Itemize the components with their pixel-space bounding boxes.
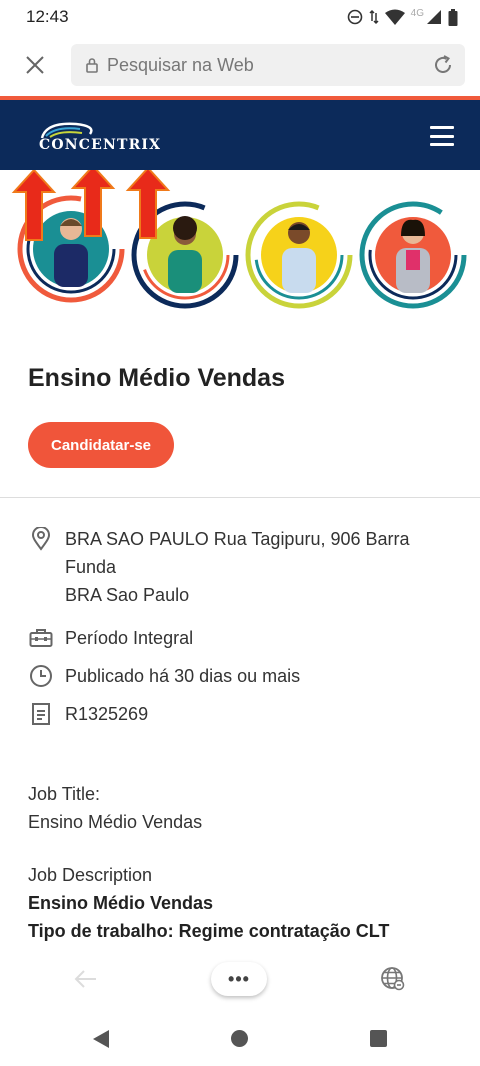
clock-icon (28, 662, 54, 690)
location-row: BRA SAO PAULO Rua Tagipuru, 906 Barra Fu… (28, 525, 410, 609)
network-type: 4G (410, 7, 424, 19)
dnd-icon (347, 9, 362, 25)
divider (0, 497, 480, 498)
more-options-button[interactable]: ••• (211, 962, 267, 996)
browser-bar: Pesquisar na Web (0, 34, 480, 96)
status-bar: 12:43 4G (0, 0, 480, 34)
posted-text: Publicado há 30 dias ou mais (65, 666, 301, 686)
menu-button[interactable] (430, 126, 454, 146)
red-arrows-overlay (11, 170, 171, 241)
schedule-text: Período Integral (65, 628, 194, 648)
job-description-title: Ensino Médio Vendas (28, 893, 214, 913)
lock-icon (85, 57, 99, 73)
job-title-label: Job Title: (28, 784, 101, 804)
globe-icon (381, 967, 405, 991)
address-placeholder: Pesquisar na Web (107, 54, 254, 75)
globe-button[interactable] (380, 966, 406, 997)
location-line-2: Funda (65, 557, 117, 577)
close-icon (26, 56, 44, 74)
job-title-value: Ensino Médio Vendas (28, 812, 203, 832)
location-line-3: BRA Sao Paulo (65, 585, 190, 605)
battery-icon (448, 8, 458, 26)
status-icons: 4G (347, 7, 458, 26)
back-arrow-icon (74, 970, 96, 988)
nav-home-button[interactable] (231, 1030, 248, 1047)
reload-button[interactable] (431, 53, 455, 77)
location-icon (28, 525, 54, 553)
req-id-text: R1325269 (65, 704, 149, 724)
logo-text: CONCENTRIX (39, 137, 162, 153)
schedule-row: Período Integral (28, 624, 193, 652)
nav-recents-button[interactable] (370, 1030, 387, 1047)
address-bar[interactable]: Pesquisar na Web (71, 44, 465, 86)
browser-back-button[interactable] (74, 968, 98, 995)
page-title: Ensino Médio Vendas (28, 364, 285, 392)
reload-icon (435, 55, 451, 73)
job-description-label: Job Description (28, 865, 153, 885)
hero-banner (0, 170, 480, 330)
menu-icon (430, 126, 454, 129)
briefcase-icon (28, 624, 54, 652)
wifi-icon (384, 9, 405, 25)
location-line-1: BRA SAO PAULO Rua Tagipuru, 906 Barra (65, 529, 410, 549)
document-icon (28, 700, 54, 728)
site-header: CONCENTRIX (0, 100, 480, 170)
job-type-text: Tipo de trabalho: Regime contratação CLT (28, 921, 390, 941)
posted-row: Publicado há 30 dias ou mais (28, 662, 300, 690)
signal-icon (427, 10, 441, 24)
req-id-row: R1325269 (28, 700, 148, 728)
concentrix-logo[interactable]: CONCENTRIX (36, 120, 186, 154)
status-time: 12:43 (26, 7, 69, 26)
android-nav-bar (0, 1012, 480, 1066)
browser-bottom-toolbar: ••• (0, 948, 480, 1012)
data-arrows-icon (369, 9, 379, 25)
close-button[interactable] (17, 47, 53, 83)
nav-back-icon[interactable] (92, 1029, 110, 1049)
apply-button[interactable]: Candidatar-se (28, 422, 174, 468)
